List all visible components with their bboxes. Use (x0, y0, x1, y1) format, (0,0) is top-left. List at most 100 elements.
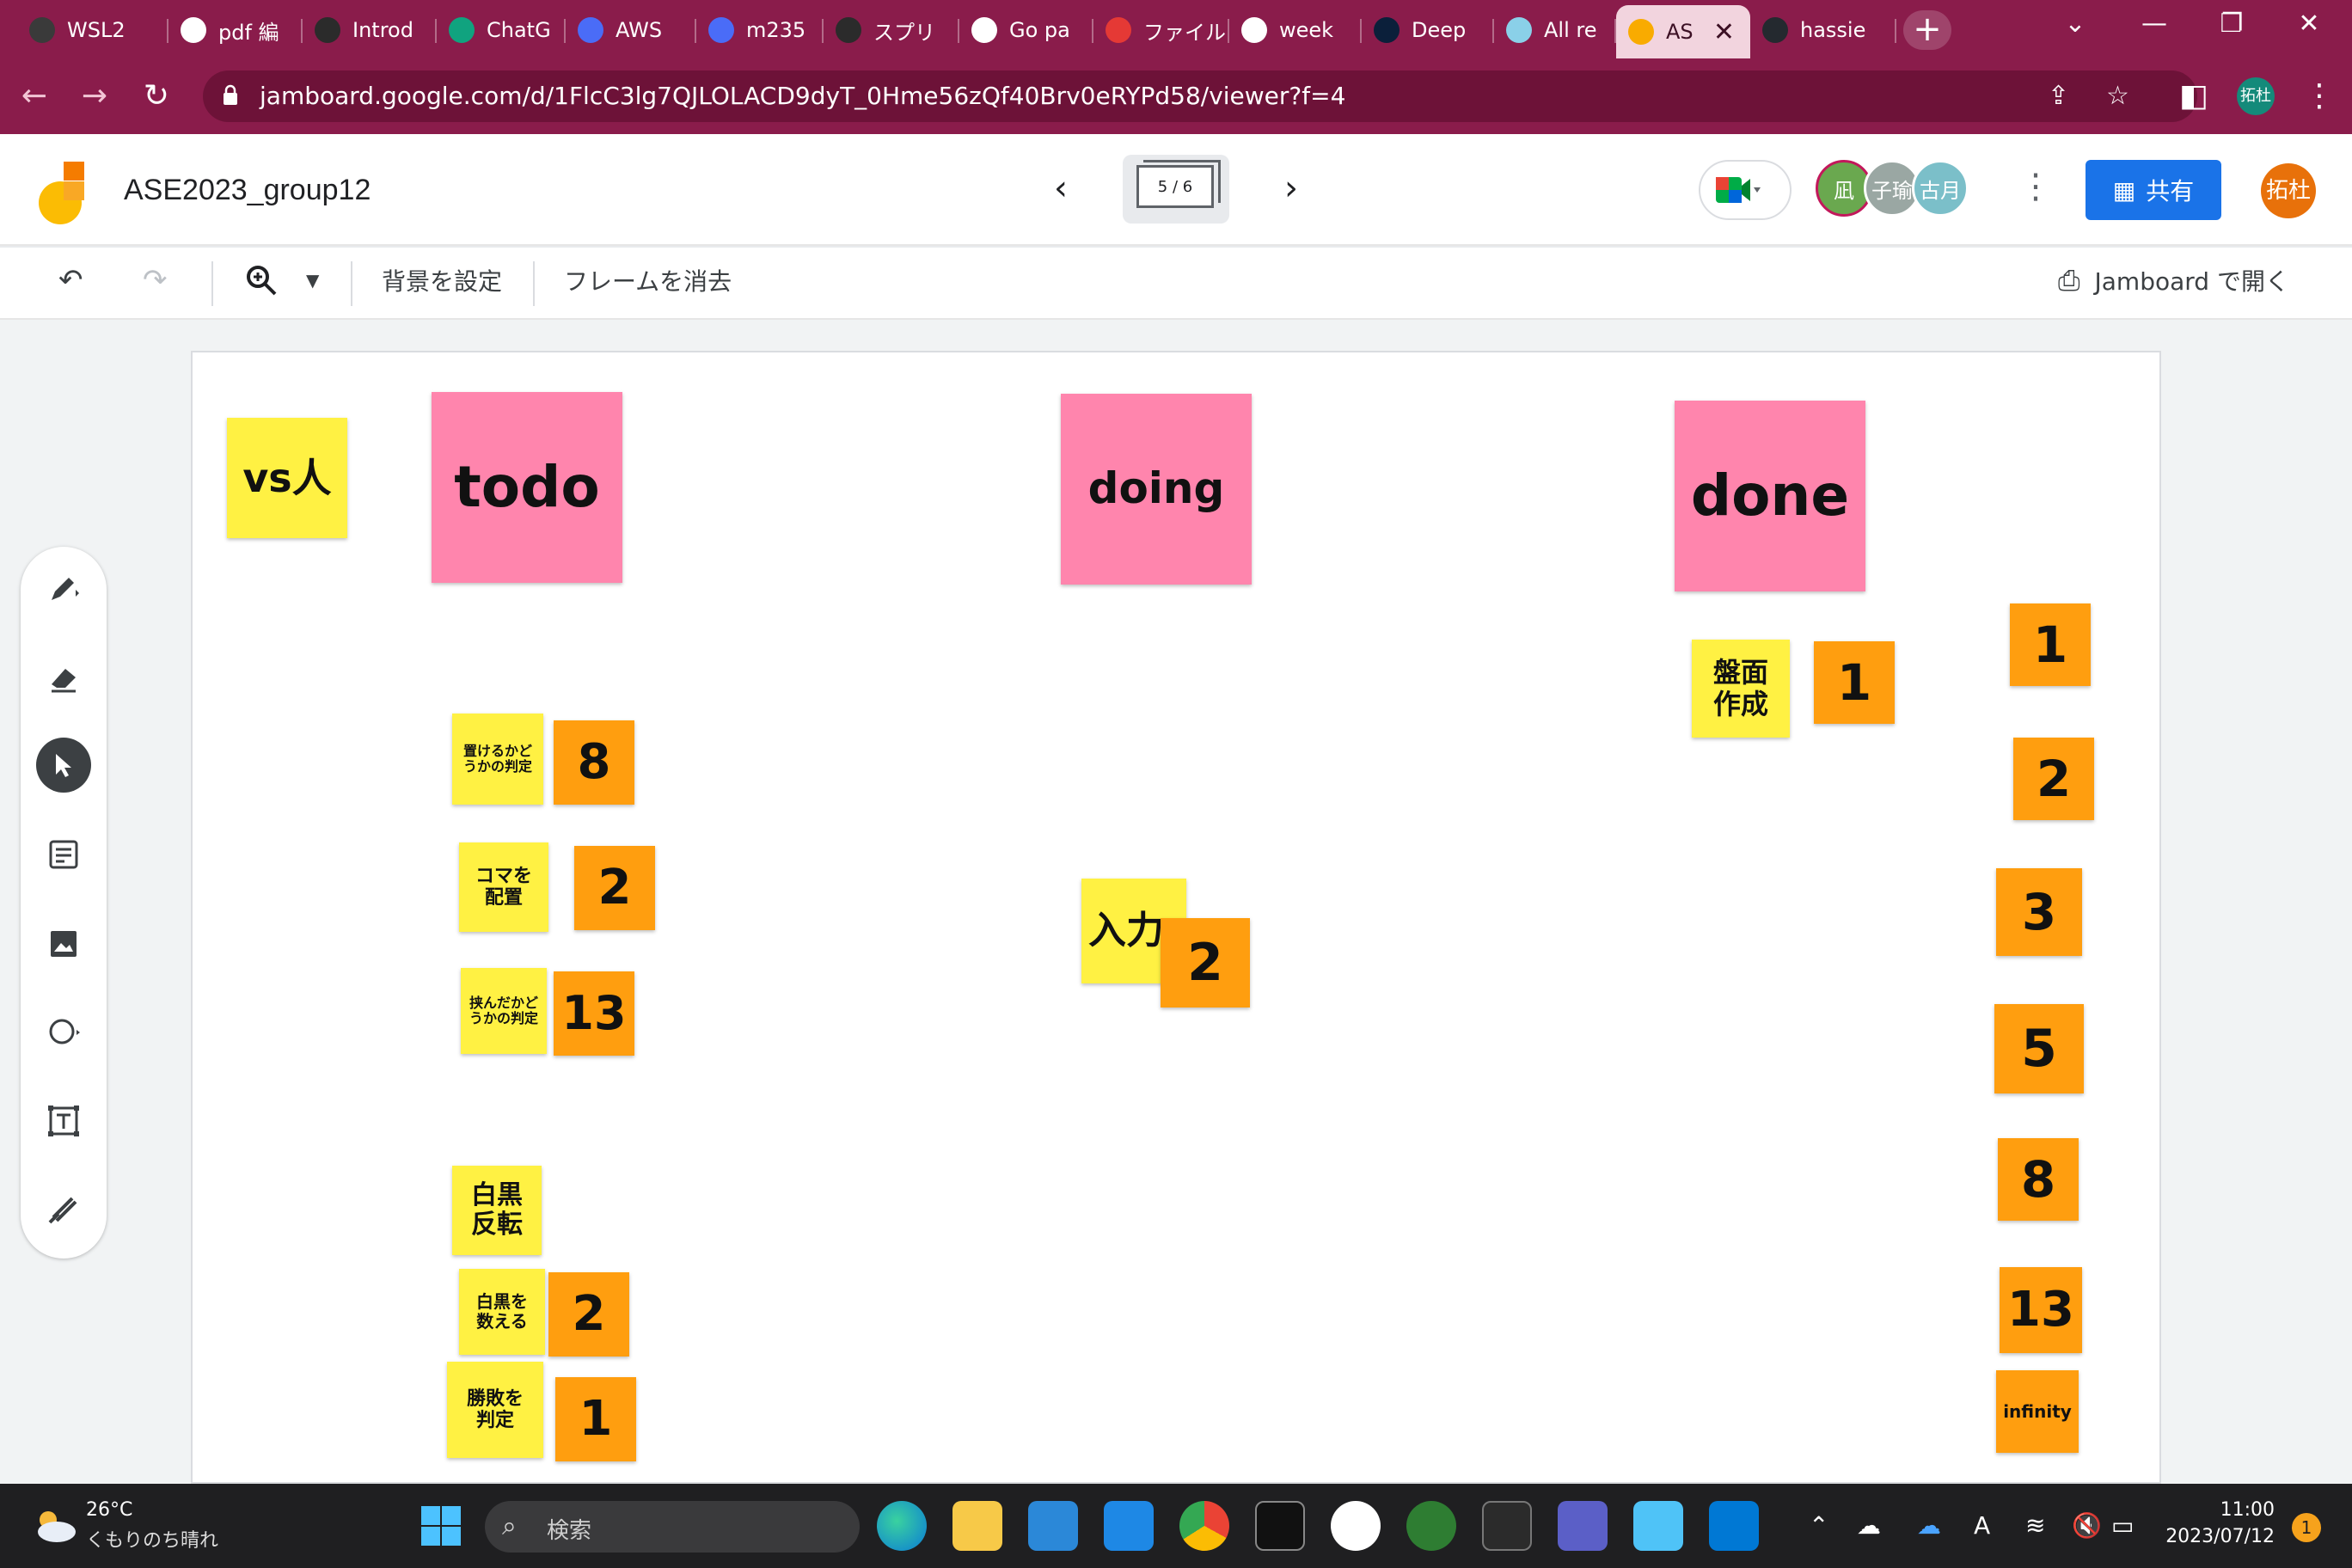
back-button[interactable]: ← (14, 76, 55, 117)
browser-tab[interactable]: ファイル (1093, 7, 1229, 53)
laser-tool-icon[interactable] (36, 1181, 91, 1236)
tab-search-icon[interactable]: ⌄ (2049, 9, 2101, 39)
scale-note[interactable]: 5 (1994, 1004, 2084, 1093)
browser-tab[interactable]: week (1229, 7, 1362, 53)
select-tool-icon[interactable] (36, 738, 91, 793)
browser-tab[interactable]: Go pa (959, 7, 1093, 53)
browser-profile-avatar[interactable]: 拓杜 (2237, 77, 2275, 115)
battery-icon[interactable]: ▭ (2111, 1511, 2134, 1540)
open-in-jamboard-button[interactable]: ⎙ Jamboard で開く (2058, 263, 2289, 297)
scale-note[interactable]: 8 (1998, 1138, 2079, 1221)
browser-tab[interactable]: All re (1494, 7, 1616, 53)
frame-bar-button[interactable]: 5 / 6 (1123, 155, 1229, 224)
todo-task-note[interactable]: 置けるかど うかの判定 (452, 714, 543, 805)
minimize-button[interactable]: — (2128, 9, 2180, 39)
mail-icon[interactable] (1104, 1501, 1154, 1551)
browser-tab[interactable]: Deep (1362, 7, 1494, 53)
undo-icon[interactable]: ↶ (58, 263, 83, 297)
browser-tab[interactable]: hassie (1750, 7, 1896, 53)
collaborator-avatar[interactable]: 古月 (1912, 160, 1969, 217)
teams-icon[interactable] (1558, 1501, 1608, 1551)
vscode-icon[interactable] (1709, 1501, 1759, 1551)
todo-task-note[interactable]: 勝敗を 判定 (447, 1362, 543, 1458)
zoom-icon[interactable] (244, 263, 279, 303)
address-bar[interactable]: jamboard.google.com/d/1FlcC3lg7QJLOLACD9… (203, 70, 2197, 122)
user-avatar[interactable]: 拓杜 (2261, 163, 2316, 218)
taskbar-search[interactable]: ⌕ 検索 (485, 1501, 860, 1553)
meet-button[interactable] (1699, 160, 1792, 220)
browser-app-icon[interactable] (1406, 1501, 1456, 1551)
reload-button[interactable]: ↻ (136, 76, 177, 117)
show-hidden-icons[interactable]: ⌃ (1809, 1511, 1828, 1540)
browser-tab[interactable]: スプリ (824, 7, 959, 53)
share-button[interactable]: ▦ 共有 (2086, 160, 2221, 220)
browser-tab[interactable]: ChatG (437, 7, 566, 53)
sticky-note-doing[interactable]: doing (1061, 394, 1252, 585)
notepad-icon[interactable] (1633, 1501, 1683, 1551)
todo-points-note[interactable]: 2 (548, 1272, 629, 1357)
sticky-note-todo[interactable]: todo (432, 392, 622, 583)
jamboard-frame[interactable]: vs人 todo doing done 置けるかど うかの判定 8 コマを 配置… (191, 351, 2161, 1484)
pen-tool-icon[interactable] (36, 560, 91, 616)
ime-icon[interactable]: A (1974, 1511, 1990, 1540)
previous-frame-button[interactable]: ‹ (1044, 168, 1078, 208)
onedrive-business-icon[interactable]: ☁ (1917, 1511, 1941, 1540)
set-background-button[interactable]: 背景を設定 (382, 263, 502, 297)
more-options-icon[interactable]: ⋮ (2018, 167, 2053, 206)
browser-tab[interactable]: WSL2 (17, 7, 168, 53)
next-frame-button[interactable]: › (1274, 168, 1308, 208)
terminal-app-icon[interactable] (1255, 1501, 1305, 1551)
new-tab-button[interactable]: + (1903, 10, 1951, 50)
scale-note[interactable]: 1 (2010, 603, 2091, 686)
browser-tab[interactable]: AS ✕ (1616, 5, 1750, 58)
done-task-note[interactable]: 盤面 作成 (1692, 640, 1790, 738)
windows-terminal-icon[interactable] (1482, 1501, 1532, 1551)
browser-tab[interactable]: Introd (303, 7, 437, 53)
sticky-note-tool-icon[interactable] (36, 827, 91, 882)
doing-points-note[interactable]: 2 (1161, 918, 1250, 1008)
todo-task-note[interactable]: 挟んだかど うかの判定 (461, 968, 547, 1054)
eraser-tool-icon[interactable] (36, 650, 91, 705)
file-explorer-icon[interactable] (952, 1501, 1002, 1551)
todo-task-note[interactable]: 白黒 反転 (452, 1166, 542, 1255)
shape-tool-icon[interactable] (36, 1004, 91, 1059)
volume-muted-icon[interactable]: 🔇 (2072, 1511, 2102, 1540)
bookmark-star-icon[interactable]: ☆ (2106, 81, 2129, 111)
text-box-tool-icon[interactable] (36, 1093, 91, 1148)
scale-note[interactable]: 3 (1996, 868, 2082, 956)
wifi-icon[interactable]: ≋ (2025, 1511, 2045, 1540)
store-icon[interactable] (1028, 1501, 1078, 1551)
redo-icon[interactable]: ↷ (143, 263, 168, 297)
todo-points-note[interactable]: 2 (574, 846, 655, 930)
todo-task-note[interactable]: コマを 配置 (459, 842, 548, 932)
document-title[interactable]: ASE2023_group12 (124, 174, 371, 207)
image-tool-icon[interactable] (36, 916, 91, 971)
system-clock[interactable]: 11:00 2023/07/12 (2149, 1499, 2275, 1547)
notification-badge[interactable]: 1 (2292, 1513, 2321, 1542)
restore-button[interactable]: ❐ (2206, 9, 2257, 39)
close-tab-icon[interactable]: ✕ (1713, 17, 1735, 47)
zoom-dropdown-icon[interactable]: ▼ (306, 270, 319, 291)
browser-tab[interactable]: pdf 編 (168, 7, 303, 53)
share-page-icon[interactable]: ⇪ (2048, 81, 2069, 111)
scale-note[interactable]: 2 (2013, 738, 2094, 820)
side-panel-icon[interactable]: ◧ (2173, 76, 2214, 117)
start-button[interactable] (416, 1501, 466, 1551)
onedrive-icon[interactable]: ☁ (1857, 1511, 1881, 1540)
browser-tab[interactable]: AWS (566, 7, 696, 53)
scale-note[interactable]: 13 (2000, 1267, 2082, 1353)
sticky-note-vs-human[interactable]: vs人 (227, 418, 347, 538)
todo-points-note[interactable]: 13 (554, 971, 634, 1056)
zoom-app-icon[interactable] (1331, 1501, 1381, 1551)
browser-tab[interactable]: m235 (696, 7, 824, 53)
todo-points-note[interactable]: 8 (554, 720, 634, 805)
scale-note[interactable]: infinity (1996, 1370, 2079, 1453)
todo-task-note[interactable]: 白黒を 数える (459, 1269, 545, 1355)
close-window-button[interactable]: ✕ (2283, 9, 2335, 39)
todo-points-note[interactable]: 1 (555, 1377, 636, 1461)
forward-button[interactable]: → (74, 76, 115, 117)
clear-frame-button[interactable]: フレームを消去 (564, 263, 732, 297)
edge-icon[interactable] (877, 1501, 927, 1551)
sticky-note-done[interactable]: done (1675, 401, 1865, 591)
chrome-icon[interactable] (1179, 1501, 1229, 1551)
